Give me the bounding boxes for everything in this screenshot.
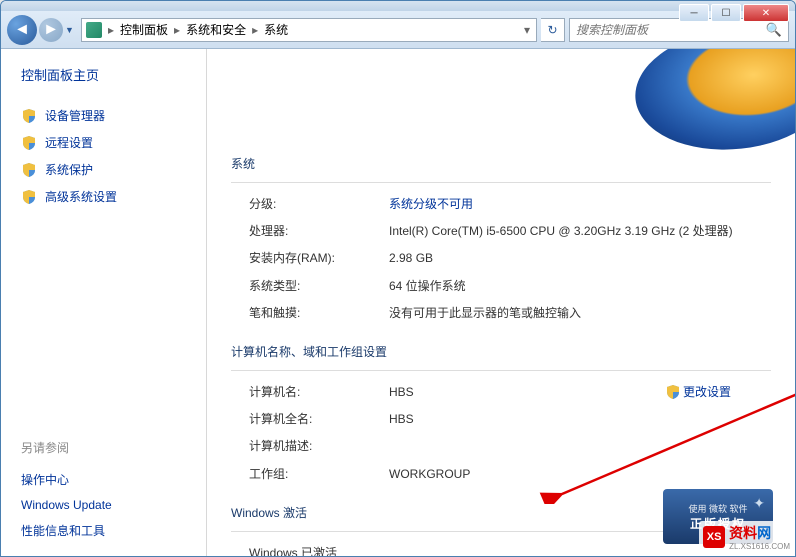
breadcrumb-dropdown[interactable]: ▾ xyxy=(522,23,532,37)
info-label: 分级: xyxy=(249,195,389,214)
info-label: 计算机全名: xyxy=(249,410,389,429)
maximize-button[interactable]: ☐ xyxy=(711,4,741,22)
activation-status: Windows 已激活 xyxy=(249,544,771,557)
info-row-rating: 分级: 系统分级不可用 xyxy=(231,191,771,218)
info-label: 工作组: xyxy=(249,465,389,484)
sidebar-link-remote[interactable]: 远程设置 xyxy=(21,129,196,156)
info-row-computer-desc: 计算机描述: xyxy=(231,433,771,460)
info-label: 安装内存(RAM): xyxy=(249,249,389,268)
info-label: 处理器: xyxy=(249,222,389,241)
sidebar-link-label: 远程设置 xyxy=(45,134,93,151)
content-area: 系统 分级: 系统分级不可用 处理器: Intel(R) Core(TM) i5… xyxy=(207,49,795,557)
window-controls: ─ ☐ ✕ xyxy=(679,4,789,22)
watermark-text: 资料网 ZL.XS1616.COM xyxy=(729,523,790,551)
info-row-computer-fullname: 计算机全名: HBS xyxy=(231,406,771,433)
close-button[interactable]: ✕ xyxy=(743,4,789,22)
sidebar-link-advanced[interactable]: 高级系统设置 xyxy=(21,183,196,210)
control-panel-icon xyxy=(86,22,102,38)
shield-icon xyxy=(21,189,37,205)
breadcrumb-separator: ▸ xyxy=(250,23,260,37)
see-also-performance[interactable]: 性能信息和工具 xyxy=(21,517,112,544)
breadcrumb-separator: ▸ xyxy=(172,23,182,37)
sidebar-link-label: 系统保护 xyxy=(45,161,93,178)
info-row-ram: 安装内存(RAM): 2.98 GB xyxy=(231,245,771,272)
info-label: 计算机名: xyxy=(249,383,389,402)
info-value xyxy=(389,437,771,456)
system-properties-window: ─ ☐ ✕ ◄ ► ▼ ▸ 控制面板 ▸ 系统和安全 ▸ 系统 ▾ ↻ 🔍 xyxy=(0,0,796,557)
main-area: 控制面板主页 设备管理器 远程设置 系统保护 xyxy=(1,49,795,557)
sidebar-link-device-manager[interactable]: 设备管理器 xyxy=(21,102,196,129)
refresh-icon: ↻ xyxy=(547,23,557,37)
sidebar-link-label: 高级系统设置 xyxy=(45,188,117,205)
info-value: 没有可用于此显示器的笔或触控输入 xyxy=(389,304,771,323)
section-title-computer: 计算机名称、域和工作组设置 xyxy=(231,327,771,371)
breadcrumb-item[interactable]: 系统 xyxy=(260,21,292,38)
info-value: 64 位操作系统 xyxy=(389,277,771,296)
breadcrumb-item[interactable]: 控制面板 xyxy=(116,21,172,38)
info-label: 系统类型: xyxy=(249,277,389,296)
navigation-bar: ◄ ► ▼ ▸ 控制面板 ▸ 系统和安全 ▸ 系统 ▾ ↻ 🔍 xyxy=(1,11,795,49)
sidebar-link-protection[interactable]: 系统保护 xyxy=(21,156,196,183)
rating-link[interactable]: 系统分级不可用 xyxy=(389,195,771,214)
sidebar-home-link[interactable]: 控制面板主页 xyxy=(21,65,196,84)
change-settings-label: 更改设置 xyxy=(683,383,731,400)
see-also-action-center[interactable]: 操作中心 xyxy=(21,466,112,493)
breadcrumb-item[interactable]: 系统和安全 xyxy=(182,21,250,38)
watermark-logo: XS xyxy=(703,526,725,548)
nav-back-button[interactable]: ◄ xyxy=(7,15,37,45)
see-also-title: 另请参阅 xyxy=(21,439,112,456)
info-row-workgroup: 工作组: WORKGROUP xyxy=(231,461,771,488)
info-label: 笔和触摸: xyxy=(249,304,389,323)
sparkle-icon: ✦ xyxy=(753,495,765,512)
minimize-button[interactable]: ─ xyxy=(679,4,709,22)
arrow-left-icon: ◄ xyxy=(14,21,30,39)
watermark: XS 资料网 ZL.XS1616.COM xyxy=(699,521,794,553)
info-label: 计算机描述: xyxy=(249,437,389,456)
genuine-line1: 使用 微软 软件 xyxy=(688,502,747,515)
info-value: 2.98 GB xyxy=(389,249,771,268)
see-also-windows-update[interactable]: Windows Update xyxy=(21,493,112,517)
nav-history-dropdown[interactable]: ▼ xyxy=(65,25,77,35)
refresh-button[interactable]: ↻ xyxy=(541,18,565,42)
see-also-section: 另请参阅 操作中心 Windows Update 性能信息和工具 xyxy=(21,439,112,544)
info-value: HBS xyxy=(389,410,771,429)
shield-icon xyxy=(21,135,37,151)
breadcrumb-separator: ▸ xyxy=(106,23,116,37)
arrow-right-icon: ► xyxy=(43,21,59,39)
breadcrumb[interactable]: ▸ 控制面板 ▸ 系统和安全 ▸ 系统 ▾ xyxy=(81,18,537,42)
titlebar: ─ ☐ ✕ xyxy=(1,1,795,11)
shield-icon xyxy=(21,162,37,178)
info-value: WORKGROUP xyxy=(389,465,771,484)
sidebar: 控制面板主页 设备管理器 远程设置 系统保护 xyxy=(1,49,206,557)
sidebar-link-label: 设备管理器 xyxy=(45,107,105,124)
change-settings-link[interactable]: 更改设置 xyxy=(665,383,731,400)
shield-icon xyxy=(21,108,37,124)
info-value: Intel(R) Core(TM) i5-6500 CPU @ 3.20GHz … xyxy=(389,222,771,241)
nav-forward-button[interactable]: ► xyxy=(39,18,63,42)
search-icon[interactable]: 🔍 xyxy=(766,22,782,38)
info-row-processor: 处理器: Intel(R) Core(TM) i5-6500 CPU @ 3.2… xyxy=(231,218,771,245)
search-input[interactable] xyxy=(576,23,766,37)
info-row-type: 系统类型: 64 位操作系统 xyxy=(231,273,771,300)
info-row-pen: 笔和触摸: 没有可用于此显示器的笔或触控输入 xyxy=(231,300,771,327)
shield-icon xyxy=(665,384,679,398)
